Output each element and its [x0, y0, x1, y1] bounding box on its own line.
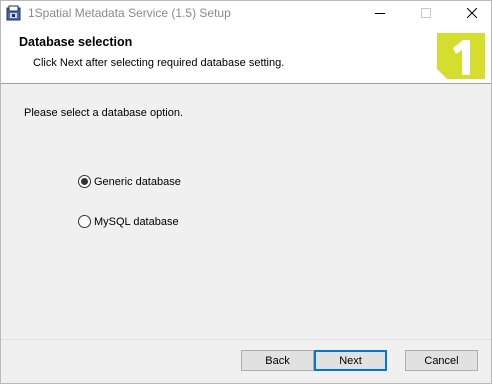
installer-icon	[6, 5, 21, 21]
title-bar[interactable]: 1Spatial Metadata Service (1.5) Setup	[1, 1, 491, 25]
mysql-database-option[interactable]: MySQL database	[78, 215, 179, 228]
generic-database-label: Generic database	[94, 175, 181, 188]
window-title: 1Spatial Metadata Service (1.5) Setup	[28, 6, 231, 20]
option-prompt: Please select a database option.	[24, 107, 184, 119]
mysql-database-label: MySQL database	[94, 215, 179, 228]
minimize-icon	[375, 13, 385, 14]
wizard-content: Please select a database option. Generic…	[1, 85, 491, 339]
maximize-button[interactable]	[403, 1, 449, 25]
brand-logo	[437, 33, 485, 79]
page-subtitle: Click Next after selecting required data…	[33, 57, 285, 69]
maximize-icon	[421, 8, 431, 18]
close-icon	[467, 8, 477, 18]
back-button[interactable]: Back	[241, 350, 314, 371]
radio-button-unselected[interactable]	[78, 215, 91, 228]
close-button[interactable]	[449, 1, 491, 25]
generic-database-option[interactable]: Generic database	[78, 175, 181, 188]
cancel-button[interactable]: Cancel	[405, 350, 478, 371]
next-button[interactable]: Next	[314, 350, 387, 371]
setup-window: 1Spatial Metadata Service (1.5) Setup Da…	[0, 0, 492, 384]
wizard-header: Database selection Click Next after sele…	[1, 25, 491, 84]
minimize-button[interactable]	[357, 1, 403, 25]
footer-divider	[1, 339, 491, 340]
page-title: Database selection	[19, 35, 133, 49]
radio-button-selected[interactable]	[78, 175, 91, 188]
